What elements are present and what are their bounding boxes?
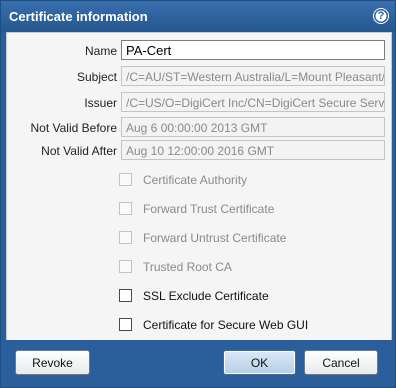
dialog-footer: Revoke OK Cancel xyxy=(1,340,395,387)
ok-button[interactable]: OK xyxy=(223,350,296,375)
dialog-body: Name PA-Cert Subject /C=AU/ST=Western Au… xyxy=(6,32,392,341)
certificate-authority-label: Certificate Authority xyxy=(143,173,248,187)
trusted-root-ca-label: Trusted Root CA xyxy=(143,260,232,274)
revoke-button[interactable]: Revoke xyxy=(15,350,90,375)
title-bar[interactable]: Certificate information ? xyxy=(1,1,395,32)
forward-trust-label: Forward Trust Certificate xyxy=(143,202,275,216)
not-valid-after-label: Not Valid After xyxy=(41,144,117,158)
name-field[interactable]: PA-Cert xyxy=(121,40,385,60)
trusted-root-ca-checkbox xyxy=(119,260,132,273)
subject-field: /C=AU/ST=Western Australia/L=Mount Pleas… xyxy=(121,66,385,86)
issuer-label: Issuer xyxy=(84,96,117,110)
help-icon[interactable]: ? xyxy=(374,9,388,23)
forward-untrust-label: Forward Untrust Certificate xyxy=(143,231,287,245)
cancel-button[interactable]: Cancel xyxy=(304,350,378,375)
not-valid-after-row: Not Valid After Aug 10 12:00:00 2016 GMT xyxy=(7,140,391,162)
subject-row: Subject /C=AU/ST=Western Australia/L=Mou… xyxy=(7,66,391,88)
certificate-information-dialog: Certificate information ? Name PA-Cert S… xyxy=(0,0,396,388)
forward-untrust-checkbox xyxy=(119,231,132,244)
issuer-field: /C=US/O=DigiCert Inc/CN=DigiCert Secure … xyxy=(121,92,385,112)
dialog-title: Certificate information xyxy=(9,9,148,24)
subject-label: Subject xyxy=(76,70,117,84)
not-valid-before-label: Not Valid Before xyxy=(30,121,118,135)
name-label: Name xyxy=(84,44,117,58)
name-row: Name PA-Cert xyxy=(7,40,391,62)
ssl-exclude-label[interactable]: SSL Exclude Certificate xyxy=(143,289,269,303)
ssl-exclude-checkbox[interactable] xyxy=(119,289,132,302)
not-valid-before-field: Aug 6 00:00:00 2013 GMT xyxy=(121,117,385,137)
secure-web-gui-label[interactable]: Certificate for Secure Web GUI xyxy=(143,318,308,332)
not-valid-after-field: Aug 10 12:00:00 2016 GMT xyxy=(121,140,385,160)
not-valid-before-row: Not Valid Before Aug 6 00:00:00 2013 GMT xyxy=(7,117,391,139)
secure-web-gui-checkbox[interactable] xyxy=(119,318,132,331)
certificate-authority-checkbox xyxy=(119,173,132,186)
forward-trust-checkbox xyxy=(119,202,132,215)
issuer-row: Issuer /C=US/O=DigiCert Inc/CN=DigiCert … xyxy=(7,92,391,114)
